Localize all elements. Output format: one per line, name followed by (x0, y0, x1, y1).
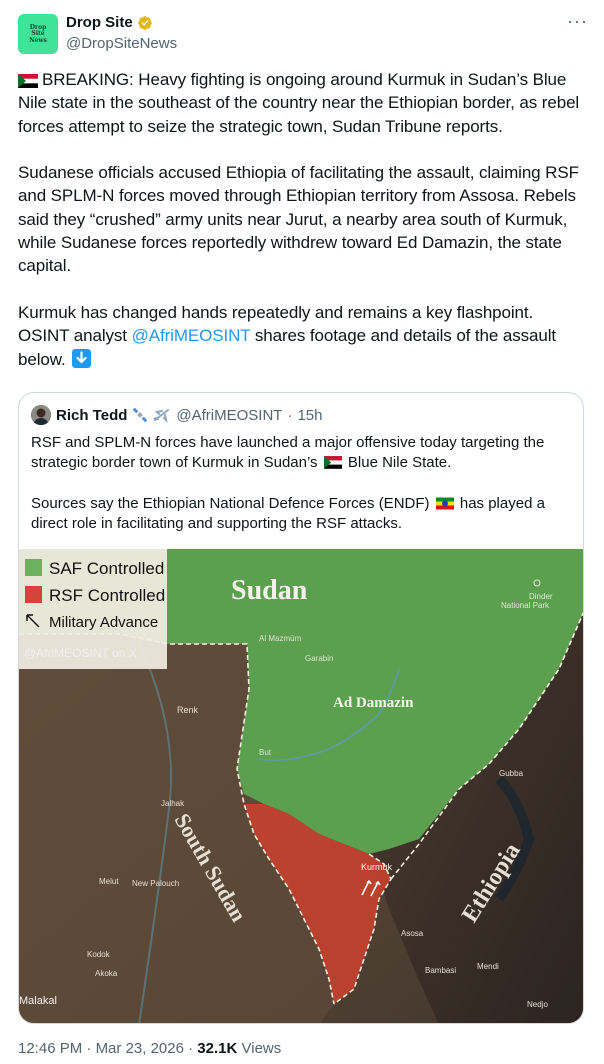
tweet-paragraph-3: Kurmuk has changed hands repeatedly and … (18, 301, 588, 371)
quote-display-name: Rich Tedd (56, 406, 128, 424)
user-handle[interactable]: @DropSiteNews (66, 35, 177, 52)
post-time[interactable]: 12:46 PM (18, 1040, 82, 1057)
quote-text: RSF and SPLM-N forces have launched a ma… (31, 433, 571, 554)
post-date[interactable]: Mar 23, 2026 (96, 1040, 184, 1057)
name-row: Drop Site (66, 14, 153, 31)
quote-avatar[interactable] (31, 405, 51, 425)
label-akoka: Akoka (95, 969, 118, 978)
label-kurmuk: Kurmuk (361, 862, 393, 872)
verified-badge-icon (137, 15, 152, 30)
map-credit: @AfriMEOSINT on X (24, 646, 137, 660)
quote-p1b: Blue Nile State. (347, 454, 452, 472)
legend-advance: Military Advance (49, 614, 158, 631)
label-but: But (259, 748, 272, 757)
map-image[interactable]: SAF Controlled RSF Controlled Military A… (19, 549, 584, 1024)
tweet-text: BREAKING: Heavy fighting is ongoing arou… (18, 68, 588, 371)
sudan-flag-icon (18, 74, 38, 88)
legend-rsf: RSF Controlled (49, 586, 165, 605)
mention-link[interactable]: @AfriMEOSINT (132, 326, 251, 345)
footer-sep: · (183, 1040, 198, 1057)
views-label: Views (241, 1040, 282, 1057)
quote-handle: @AfriMEOSINT (176, 406, 283, 424)
tweet-card: Drop Site News Drop Site @DropSiteNews ·… (0, 0, 604, 1064)
quote-time: 15h (297, 406, 323, 424)
sudan-flag-icon (323, 456, 342, 470)
avatar-text: Drop Site News (29, 23, 47, 44)
label-mendi: Mendi (477, 962, 499, 971)
ethiopia-flag-icon (435, 497, 454, 510)
label-jalhak: Jalhak (161, 799, 185, 808)
label-malakal: Malakal (19, 995, 57, 1007)
person-avatar-icon (31, 405, 51, 425)
label-nedjo: Nedjo (527, 1000, 548, 1009)
views-count: 32.1K (197, 1040, 238, 1057)
quote-header: Rich Tedd @AfriMEOSINT · 15h (31, 405, 322, 425)
quote-dot: · (287, 406, 293, 424)
tweet-text-p1: BREAKING: Heavy fighting is ongoing arou… (18, 70, 580, 136)
down-arrow-icon (72, 348, 92, 368)
quoted-tweet[interactable]: Rich Tedd @AfriMEOSINT · 15h RSF and SPL… (18, 392, 584, 1024)
avatar[interactable]: Drop Site News (18, 14, 58, 54)
satellite-icon (133, 407, 148, 423)
quote-p1a: RSF and SPLM-N forces have launched a ma… (31, 434, 545, 472)
footer-sep: · (82, 1040, 96, 1057)
label-garabin: Garabin (305, 654, 333, 663)
label-asosa: Asosa (401, 929, 424, 938)
label-bambasi: Bambasi (425, 966, 456, 975)
label-renk: Renk (177, 705, 199, 715)
display-name[interactable]: Drop Site (66, 14, 133, 31)
label-ad-damazin: Ad Damazin (333, 695, 414, 711)
tweet-footer: 12:46 PM · Mar 23, 2026 · 32.1K Views (18, 1040, 281, 1057)
quote-paragraph-1: RSF and SPLM-N forces have launched a ma… (31, 433, 571, 473)
label-sudan: Sudan (231, 575, 308, 606)
tweet-paragraph-1: BREAKING: Heavy fighting is ongoing arou… (18, 68, 588, 138)
tweet-paragraph-2: Sudanese officials accused Ethiopia of f… (18, 163, 579, 276)
rsf-swatch (25, 586, 42, 603)
label-kodok: Kodok (87, 950, 111, 959)
saf-swatch (25, 559, 42, 576)
label-gubba: Gubba (499, 769, 524, 778)
quote-p2a: Sources say the Ethiopian National Defen… (31, 494, 430, 512)
more-options-icon[interactable]: ··· (567, 12, 588, 30)
legend-saf: SAF Controlled (49, 559, 164, 578)
label-melut: Melut (99, 877, 119, 886)
airplane-icon (153, 409, 170, 423)
label-new-palouch: New Palouch (132, 879, 179, 888)
tweet-header: Drop Site News Drop Site @DropSiteNews ·… (18, 12, 588, 56)
quote-paragraph-2: Sources say the Ethiopian National Defen… (31, 494, 571, 534)
label-al-mazmum: Al Mazmūm (259, 634, 302, 643)
